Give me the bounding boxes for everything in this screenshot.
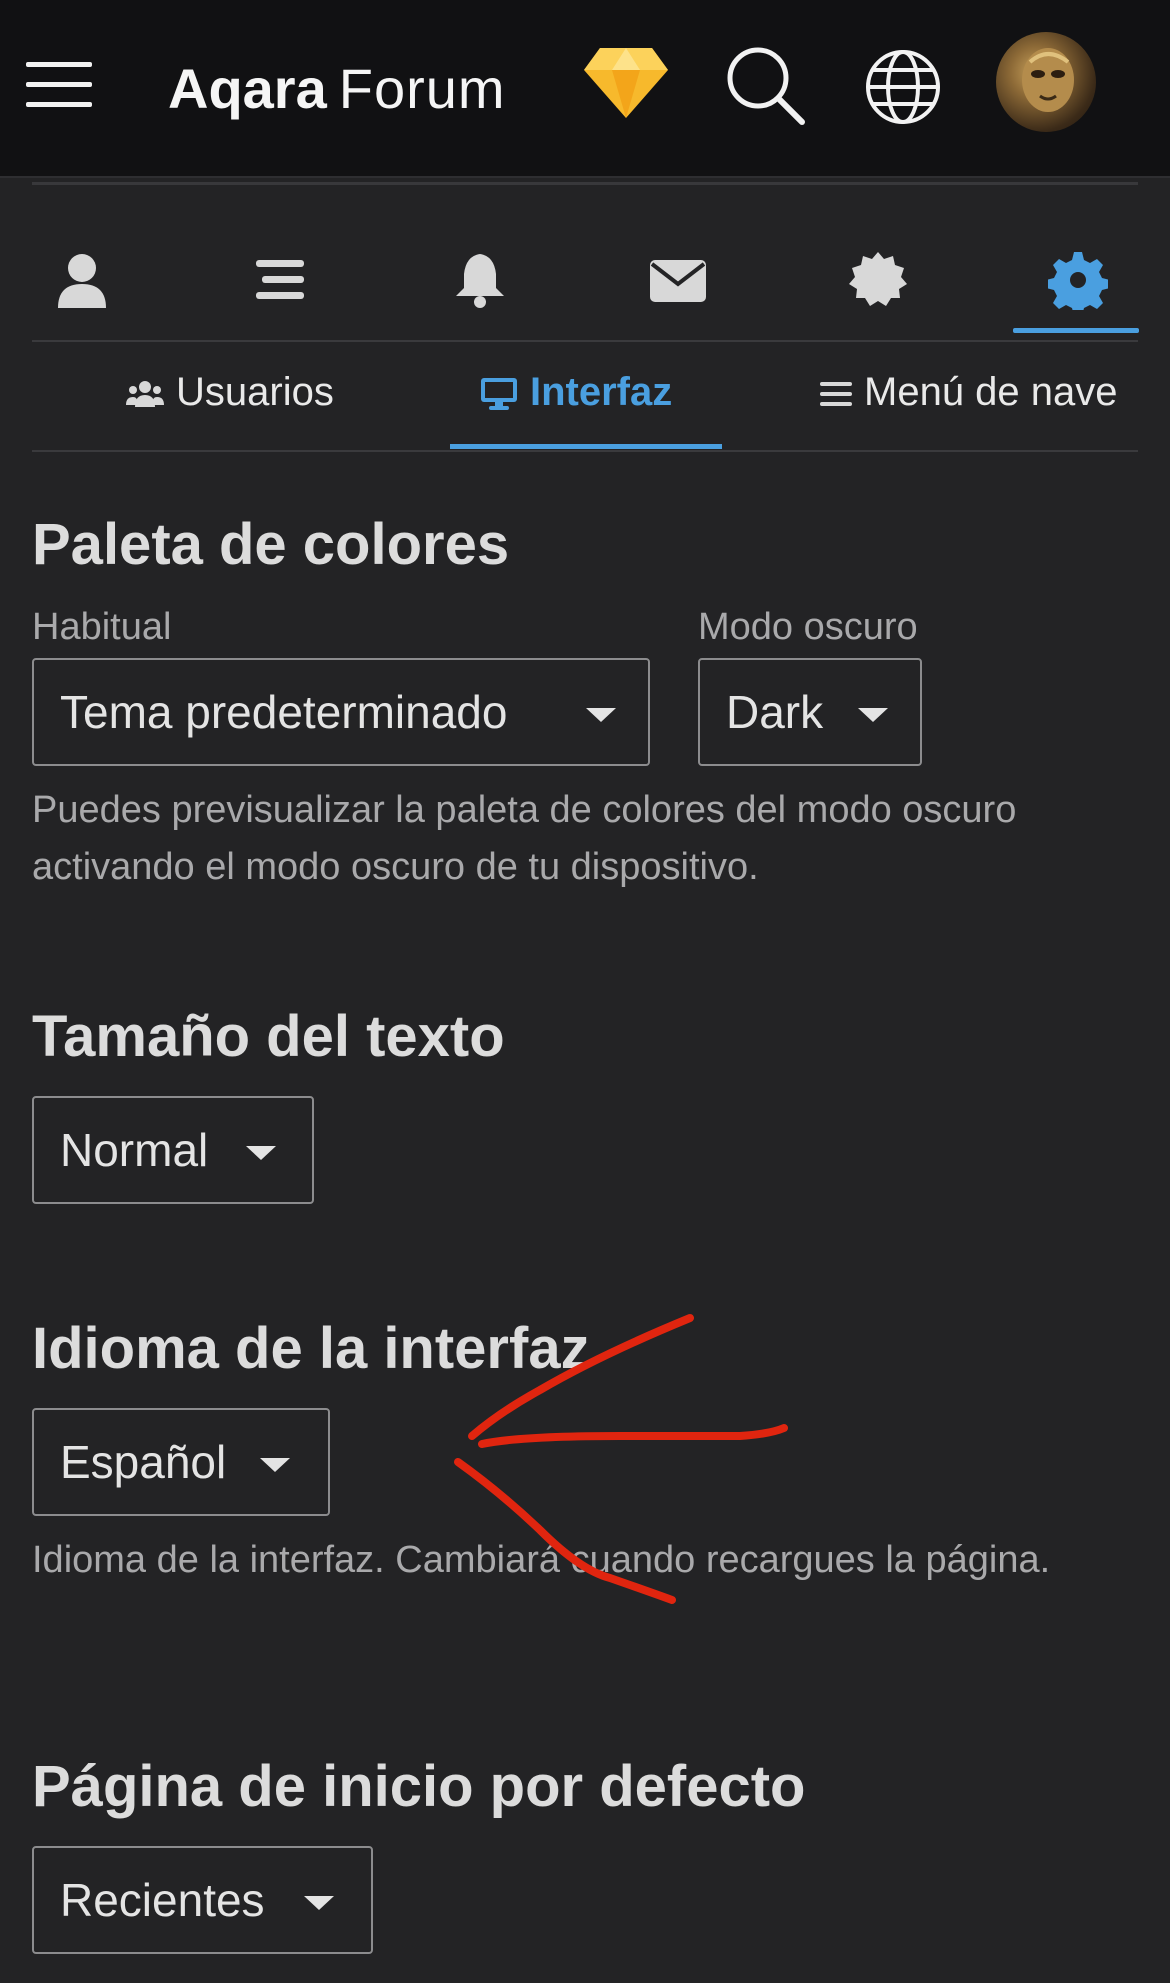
homepage-section-title: Página de inicio por defecto [32,1754,806,1819]
bars-icon [820,382,852,407]
palette-regular-select[interactable]: Tema predeterminado [32,658,650,766]
tab-navigation-menu-label: Menú de nave [864,370,1118,414]
tab-navigation-menu[interactable]: Menú de nave [820,364,1118,420]
chevron-down-icon [586,708,616,722]
menu-icon[interactable] [26,62,92,110]
chevron-down-icon [260,1458,290,1472]
envelope-icon[interactable] [648,250,708,310]
user-icon[interactable] [52,250,112,310]
brand-name: Aqara [168,57,327,120]
text-size-section-title: Tamaño del texto [32,1004,505,1069]
profile-tab-active-indicator [1013,328,1139,333]
tab-interface-label: Interfaz [530,370,673,414]
chevron-down-icon [246,1146,276,1160]
user-avatar[interactable] [996,32,1096,132]
palette-dark-label: Modo oscuro [698,606,918,648]
language-section-title: Idioma de la interfaz [32,1316,590,1381]
activity-icon[interactable] [250,250,310,310]
palette-regular-label: Habitual [32,606,172,648]
language-help-text: Idioma de la interfaz. Cambiará cuando r… [32,1539,1051,1581]
profile-tabs [32,222,1138,342]
header-divider [32,182,1138,185]
text-size-value: Normal [60,1124,209,1176]
subtab-active-indicator [450,444,722,449]
homepage-select[interactable]: Recientes [32,1846,373,1954]
palette-regular-value: Tema predeterminado [60,686,508,738]
top-bar: Aqara Forum [0,0,1170,178]
globe-icon[interactable] [864,48,942,126]
palette-section-title: Paleta de colores [32,512,510,577]
diamond-icon[interactable] [582,44,670,120]
monitor-icon [481,378,517,411]
settings-subtabs: Usuarios Interfaz Menú de nave [32,340,1138,452]
text-size-select[interactable]: Normal [32,1096,314,1204]
language-select[interactable]: Español [32,1408,330,1516]
users-icon [126,381,164,408]
palette-dark-select[interactable]: Dark [698,658,922,766]
tab-interface[interactable]: Interfaz [480,364,672,420]
chevron-down-icon [858,708,888,722]
brand-suffix: Forum [338,57,506,120]
tab-users-label: Usuarios [176,370,334,414]
language-value: Español [60,1436,227,1488]
search-icon[interactable] [724,44,806,126]
homepage-value: Recientes [60,1874,265,1926]
tab-users[interactable]: Usuarios [126,364,334,420]
palette-help-text: Puedes previsualizar la paleta de colore… [32,789,1017,888]
palette-dark-value: Dark [726,686,824,738]
badge-icon[interactable] [848,250,908,310]
bell-icon[interactable] [450,250,510,310]
gear-icon[interactable] [1048,250,1108,310]
forum-logo[interactable]: Aqara Forum [168,54,506,124]
chevron-down-icon [304,1896,334,1910]
